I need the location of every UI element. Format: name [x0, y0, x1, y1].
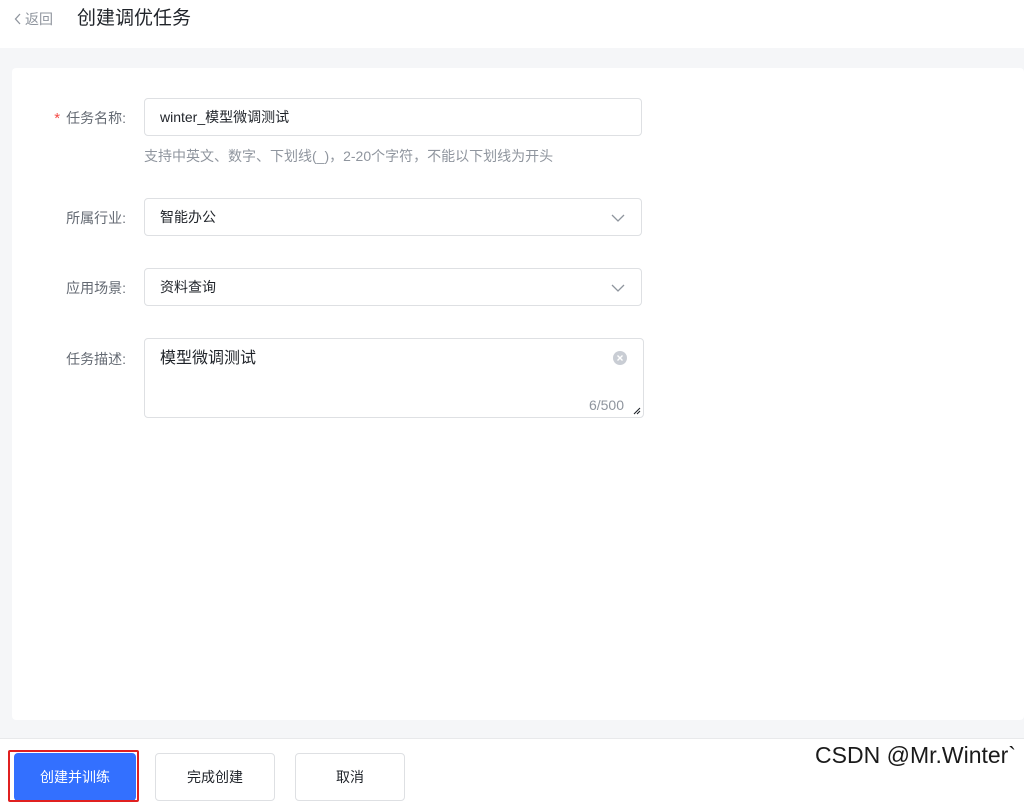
resize-handle-icon[interactable]: [632, 406, 641, 415]
industry-select[interactable]: 智能办公: [144, 198, 642, 236]
scenario-select[interactable]: 资料查询: [144, 268, 642, 306]
back-label: 返回: [25, 11, 53, 27]
cancel-button[interactable]: 取消: [295, 753, 405, 801]
page-header: 返回 创建调优任务: [0, 0, 1024, 48]
task-name-hint: 支持中英文、数字、下划线(_)，2-20个字符，不能以下划线为开头: [144, 148, 554, 164]
description-textarea[interactable]: 模型微调测试 6/500: [144, 338, 644, 418]
scenario-label: 应用场景:: [66, 280, 126, 296]
back-link[interactable]: 返回: [14, 9, 53, 29]
finish-create-button[interactable]: 完成创建: [155, 753, 275, 801]
chevron-left-icon: [14, 13, 21, 25]
task-name-input[interactable]: winter_模型微调测试: [144, 98, 642, 136]
scenario-value: 资料查询: [160, 279, 216, 295]
create-and-train-button[interactable]: 创建并训练: [14, 753, 136, 801]
task-name-label: * 任务名称:: [11, 108, 126, 129]
description-label: 任务描述:: [66, 351, 126, 367]
chevron-down-icon: [611, 214, 625, 222]
description-counter: 6/500: [588, 397, 624, 413]
description-value: 模型微调测试: [160, 350, 257, 367]
watermark: CSDN @Mr.Winter`: [815, 742, 1016, 768]
chevron-down-icon: [611, 284, 625, 292]
clear-circle-icon[interactable]: [613, 351, 627, 365]
required-mark: *: [54, 110, 61, 127]
page-title: 创建调优任务: [77, 8, 192, 29]
industry-value: 智能办公: [160, 209, 216, 225]
task-name-value: winter_模型微调测试: [160, 109, 290, 125]
industry-label: 所属行业:: [66, 210, 126, 226]
task-name-label-text: 任务名称:: [66, 110, 126, 126]
